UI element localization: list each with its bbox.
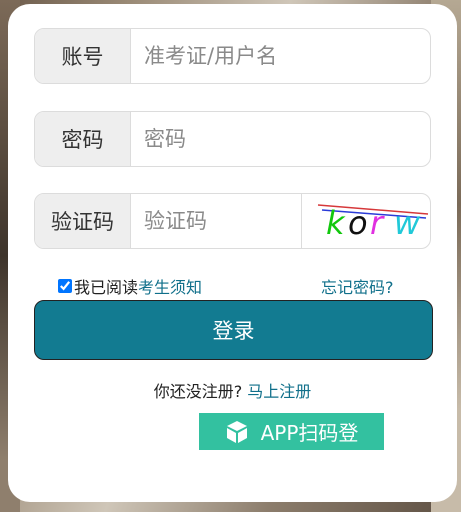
cube-icon: [226, 420, 247, 443]
account-label: 账号: [35, 29, 131, 83]
agree-text: 我已阅读: [74, 278, 139, 297]
app-scan-login-label: APP扫码登: [260, 421, 359, 445]
captcha-label: 验证码: [35, 194, 131, 248]
captcha-letter: k: [326, 204, 346, 242]
password-input[interactable]: [131, 112, 430, 166]
password-field-group: 密码: [34, 111, 431, 167]
exam-notice-link[interactable]: 考生须知: [138, 274, 202, 298]
forgot-password-link[interactable]: 忘记密码?: [321, 274, 394, 298]
app-scan-login-button[interactable]: APP扫码登: [199, 413, 384, 450]
captcha-letters: korw: [326, 204, 421, 242]
captcha-letter: r: [370, 204, 385, 242]
password-label: 密码: [35, 112, 131, 166]
agree-checkbox[interactable]: [58, 279, 72, 293]
register-prompt: 你还没注册?: [153, 382, 243, 401]
account-field-group: 账号: [34, 28, 431, 84]
login-button[interactable]: 登录: [34, 300, 433, 360]
captcha-image[interactable]: korw: [301, 194, 430, 248]
captcha-letter: w: [394, 204, 421, 242]
login-card: 账号 密码 验证码 korw 我已阅读 考生须知 忘记密码? 登录 你还没注册?…: [8, 4, 457, 502]
captcha-input[interactable]: [131, 194, 301, 248]
captcha-letter: o: [348, 204, 368, 242]
account-input[interactable]: [131, 29, 430, 83]
register-row: 你还没注册? 马上注册: [8, 378, 457, 402]
captcha-field-group: 验证码 korw: [34, 193, 431, 249]
register-link[interactable]: 马上注册: [247, 382, 311, 401]
